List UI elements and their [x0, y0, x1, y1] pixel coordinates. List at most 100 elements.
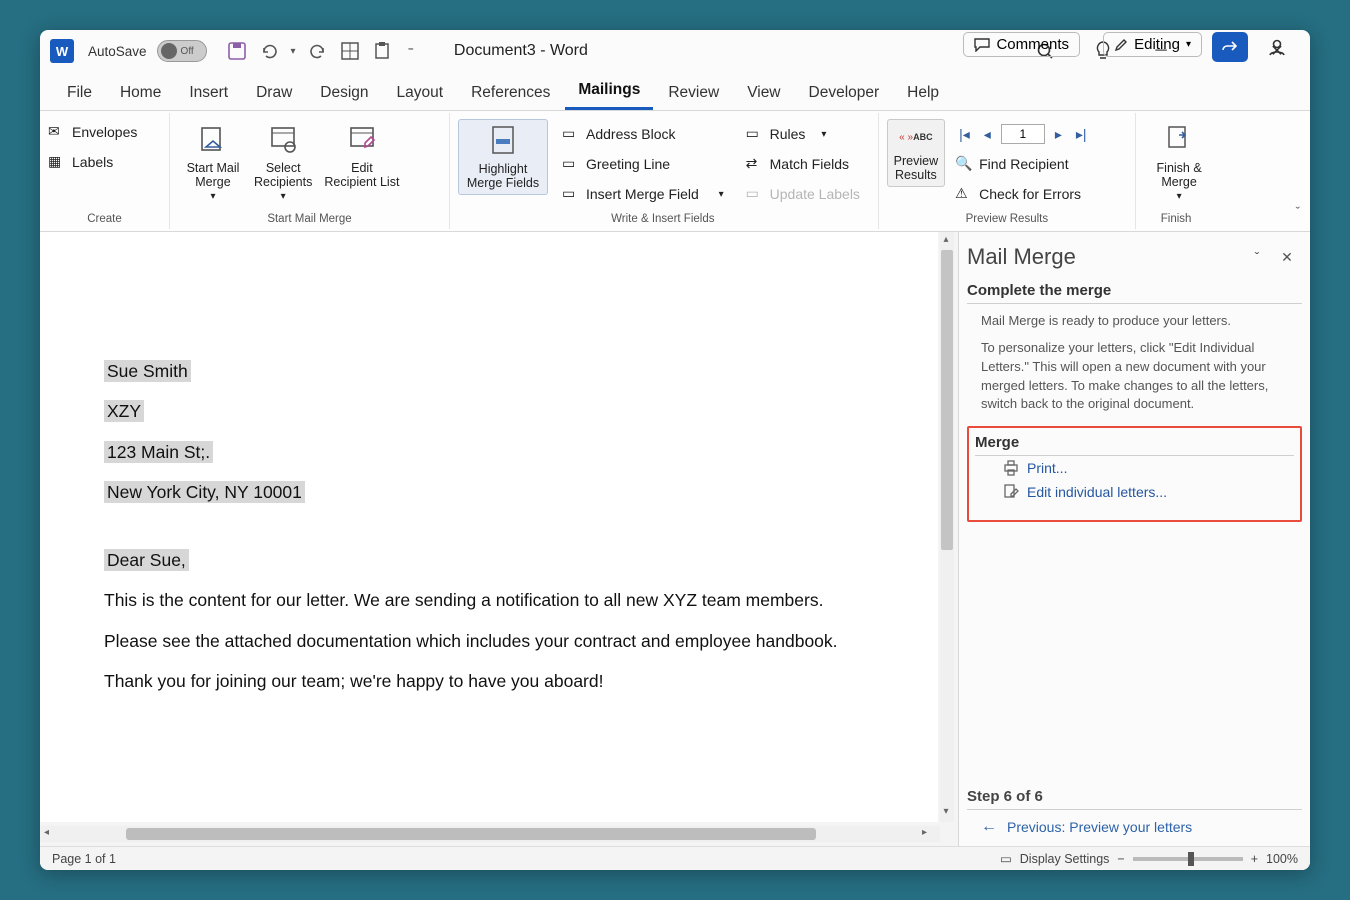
chevron-down-icon: ▾: [821, 129, 826, 140]
zoom-in-button[interactable]: +: [1251, 852, 1258, 866]
share-icon: [1222, 39, 1238, 55]
zoom-slider-knob[interactable]: [1188, 852, 1194, 866]
merge-ready-text: Mail Merge is ready to produce your lett…: [967, 304, 1302, 331]
find-icon: 🔍: [955, 155, 973, 173]
redo-icon[interactable]: [308, 41, 328, 61]
status-bar: Page 1 of 1 ▭ Display Settings − + 100%: [40, 846, 1310, 870]
labels-button[interactable]: ▦Labels: [48, 147, 161, 177]
scroll-up-icon[interactable]: ▴: [940, 234, 952, 248]
scroll-right-icon[interactable]: ▸: [922, 827, 936, 841]
select-recipients-button[interactable]: Select Recipients▾: [248, 119, 318, 206]
undo-dropdown-icon[interactable]: ▾: [291, 46, 296, 57]
pane-options-icon[interactable]: ˇ: [1242, 242, 1272, 272]
tab-home[interactable]: Home: [107, 76, 174, 110]
main-area: Sue Smith XZY 123 Main St;. New York Cit…: [40, 232, 1310, 846]
highlight-label: Highlight Merge Fields: [467, 162, 539, 190]
start-merge-icon: [196, 123, 230, 157]
envelopes-button[interactable]: ✉Envelopes: [48, 117, 161, 147]
body-para-2: Please see the attached documentation wh…: [104, 628, 874, 654]
account-button[interactable]: [1262, 32, 1292, 62]
labels-label: Labels: [72, 154, 113, 170]
word-window: W AutoSave Off ▾ ⁼ Document3 - Word ─ ✕ …: [40, 30, 1310, 870]
qat-customize-icon[interactable]: ⁼: [404, 44, 418, 58]
start-merge-label: Start Mail Merge: [187, 161, 240, 189]
body-para-3: Thank you for joining our team; we're ha…: [104, 668, 874, 694]
ribbon-collapse-icon[interactable]: ˇ: [1296, 204, 1300, 219]
last-record-icon[interactable]: ▸|: [1072, 126, 1091, 143]
update-labels-button: ▭Update Labels: [746, 179, 862, 209]
edit-individual-link[interactable]: Edit individual letters...: [975, 480, 1294, 504]
finish-merge-button[interactable]: Finish & Merge▾: [1144, 119, 1214, 206]
envelope-icon: ✉: [48, 123, 66, 141]
page-indicator[interactable]: Page 1 of 1: [52, 852, 116, 866]
horizontal-scrollbar[interactable]: ◂ ▸: [40, 826, 940, 842]
tab-design[interactable]: Design: [307, 76, 381, 110]
highlight-icon: [486, 124, 520, 158]
print-link[interactable]: Print...: [975, 456, 1294, 480]
tab-layout[interactable]: Layout: [384, 76, 457, 110]
vertical-scroll-thumb[interactable]: [941, 250, 953, 550]
tab-references[interactable]: References: [458, 76, 563, 110]
greeting-line-button[interactable]: ▭Greeting Line: [562, 149, 724, 179]
autosave-toggle[interactable]: Off: [157, 40, 207, 62]
quick-access-toolbar: ▾ ⁼: [227, 41, 418, 61]
rules-button[interactable]: ▭Rules ▾: [746, 119, 862, 149]
address-block-label: Address Block: [586, 126, 675, 142]
find-recipient-label: Find Recipient: [979, 156, 1069, 172]
tab-draw[interactable]: Draw: [243, 76, 305, 110]
tab-help[interactable]: Help: [894, 76, 952, 110]
match-fields-button[interactable]: ⇄Match Fields: [746, 149, 862, 179]
side-pane-title: Mail Merge: [967, 244, 1242, 270]
merge-field-street: 123 Main St;.: [104, 441, 213, 463]
display-settings-label[interactable]: Display Settings: [1020, 852, 1110, 866]
comments-button[interactable]: Comments: [963, 32, 1080, 57]
scroll-left-icon[interactable]: ◂: [44, 827, 58, 841]
display-settings-icon[interactable]: ▭: [1000, 851, 1012, 866]
pane-close-icon[interactable]: ✕: [1272, 242, 1302, 272]
share-button[interactable]: [1212, 32, 1248, 62]
preview-results-button[interactable]: « »ABC Preview Results: [887, 119, 945, 187]
record-input[interactable]: [1001, 124, 1045, 144]
undo-icon[interactable]: [259, 41, 279, 61]
merge-field-city: New York City, NY 10001: [104, 481, 305, 503]
group-write-insert: Highlight Merge Fields ▭Address Block ▭G…: [450, 113, 878, 229]
table-icon[interactable]: [340, 41, 360, 61]
zoom-value[interactable]: 100%: [1266, 852, 1298, 866]
tab-developer[interactable]: Developer: [796, 76, 893, 110]
complete-merge-heading: Complete the merge: [967, 282, 1302, 304]
toggle-knob-icon: [161, 43, 177, 59]
greeting-icon: ▭: [562, 155, 580, 173]
chevron-down-icon: ▾: [719, 189, 724, 200]
check-errors-label: Check for Errors: [979, 186, 1081, 202]
merge-heading: Merge: [975, 434, 1294, 456]
edit-recipient-list-button[interactable]: Edit Recipient List: [318, 119, 405, 193]
scroll-down-icon[interactable]: ▾: [940, 806, 952, 820]
address-block-button[interactable]: ▭Address Block: [562, 119, 724, 149]
find-recipient-button[interactable]: 🔍 Find Recipient: [955, 149, 1119, 179]
tab-file[interactable]: File: [54, 76, 105, 110]
paste-icon[interactable]: [372, 41, 392, 61]
tab-review[interactable]: Review: [655, 76, 732, 110]
previous-step-link[interactable]: ← Previous: Preview your letters: [967, 810, 1302, 836]
horizontal-scroll-thumb[interactable]: [126, 828, 816, 840]
tab-mailings[interactable]: Mailings: [565, 73, 653, 110]
start-mail-merge-button[interactable]: Start Mail Merge▾: [178, 119, 248, 206]
zoom-slider[interactable]: [1133, 857, 1243, 861]
chevron-down-icon: ▾: [281, 191, 286, 202]
highlight-merge-fields-button[interactable]: Highlight Merge Fields: [458, 119, 548, 195]
merge-personalize-text: To personalize your letters, click "Edit…: [967, 331, 1302, 414]
autosave-label: AutoSave: [88, 44, 147, 59]
check-errors-button[interactable]: ⚠Check for Errors: [955, 179, 1119, 209]
tab-view[interactable]: View: [734, 76, 793, 110]
zoom-out-button[interactable]: −: [1117, 852, 1124, 866]
save-icon[interactable]: [227, 41, 247, 61]
prev-record-icon[interactable]: ◂: [980, 126, 995, 143]
document-page[interactable]: Sue Smith XZY 123 Main St;. New York Cit…: [40, 232, 938, 822]
editing-mode-button[interactable]: Editing ▾: [1103, 32, 1202, 57]
insert-merge-field-button[interactable]: ▭Insert Merge Field ▾: [562, 179, 724, 209]
vertical-scrollbar[interactable]: ▴ ▾: [940, 232, 954, 822]
next-record-icon[interactable]: ▸: [1051, 126, 1066, 143]
first-record-icon[interactable]: |◂: [955, 126, 974, 143]
mail-merge-pane: Mail Merge ˇ ✕ Complete the merge Mail M…: [958, 232, 1310, 846]
tab-insert[interactable]: Insert: [176, 76, 241, 110]
